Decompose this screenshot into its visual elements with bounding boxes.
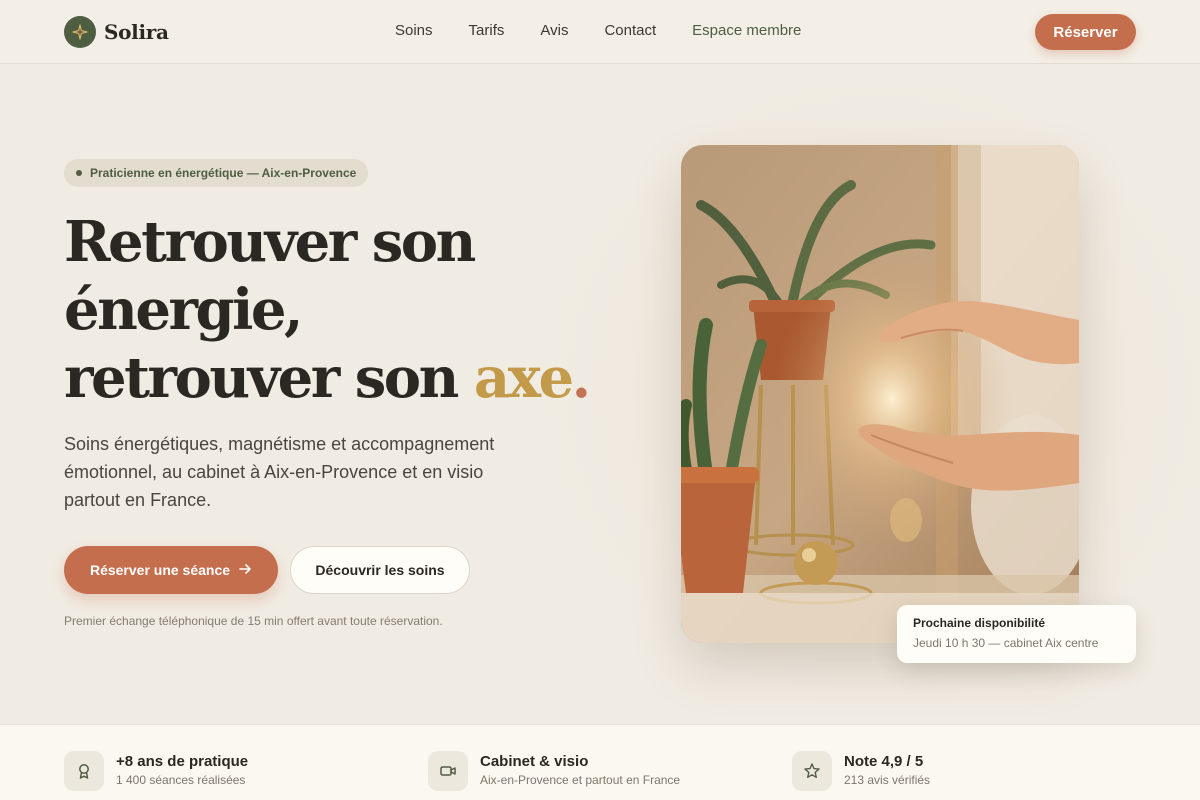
main-nav: Soins Tarifs Avis Contact Espace membre (395, 22, 801, 39)
stat-location-sub: Aix-en-Provence et partout en France (480, 773, 681, 787)
availability-detail: Jeudi 10 h 30 — cabinet Aix centre (913, 636, 1099, 650)
discover-services-button[interactable]: Découvrir les soins (290, 546, 470, 594)
nav-link-tarifs[interactable]: Tarifs (469, 22, 505, 39)
stat-location: Cabinet & visio Aix-en-Provence et parto… (428, 751, 680, 791)
stat-experience-sub: 1 400 séances réalisées (116, 773, 246, 787)
brand-logo[interactable]: Solira (64, 16, 169, 48)
star-icon (792, 751, 832, 791)
headline-line-3: retrouver son (64, 345, 459, 411)
availability-title: Prochaine disponibilité (913, 616, 1046, 630)
brand-name: Solira (104, 20, 169, 44)
headline-line-1: Retrouver son (64, 209, 476, 275)
nav-link-avis[interactable]: Avis (540, 22, 568, 39)
badge-dot (76, 170, 82, 176)
badge-label: Praticienne en énergétique — Aix-en-Prov… (90, 166, 357, 180)
arrow-right-icon (238, 562, 252, 579)
nav-link-contact[interactable]: Contact (604, 22, 656, 39)
stat-location-title: Cabinet & visio (480, 753, 589, 770)
headline-line-2: énergie, (64, 277, 304, 343)
award-icon (64, 751, 104, 791)
stat-rating: Note 4,9 / 5 213 avis vérifiés (792, 751, 930, 791)
hero-subtitle: Soins énergétiques, magnétisme et accomp… (64, 434, 495, 510)
free-call-note: Premier échange téléphonique de 15 min o… (64, 614, 443, 628)
nav-link-espace-membre[interactable]: Espace membre (692, 22, 801, 39)
top-navbar: Solira Soins Tarifs Avis Contact Espace … (0, 0, 1200, 64)
reserve-button[interactable]: Réserver (1035, 14, 1136, 50)
book-session-button[interactable]: Réserver une séance (64, 546, 278, 594)
stat-experience-title: +8 ans de pratique (116, 753, 249, 770)
nav-link-soins[interactable]: Soins (395, 22, 433, 39)
sparkle-icon (64, 16, 96, 48)
book-session-label: Réserver une séance (89, 562, 231, 578)
stats-bar: +8 ans de pratique 1 400 séances réalisé… (0, 724, 1200, 800)
stat-rating-sub: 213 avis vérifiés (844, 773, 931, 787)
video-icon (428, 751, 468, 791)
availability-card[interactable]: Prochaine disponibilité Jeudi 10 h 30 — … (897, 605, 1136, 663)
stat-rating-title: Note 4,9 / 5 (844, 753, 924, 770)
practitioner-badge: Praticienne en énergétique — Aix-en-Prov… (64, 159, 369, 187)
stat-experience: +8 ans de pratique 1 400 séances réalisé… (64, 751, 248, 791)
hero-photo (681, 145, 1079, 643)
